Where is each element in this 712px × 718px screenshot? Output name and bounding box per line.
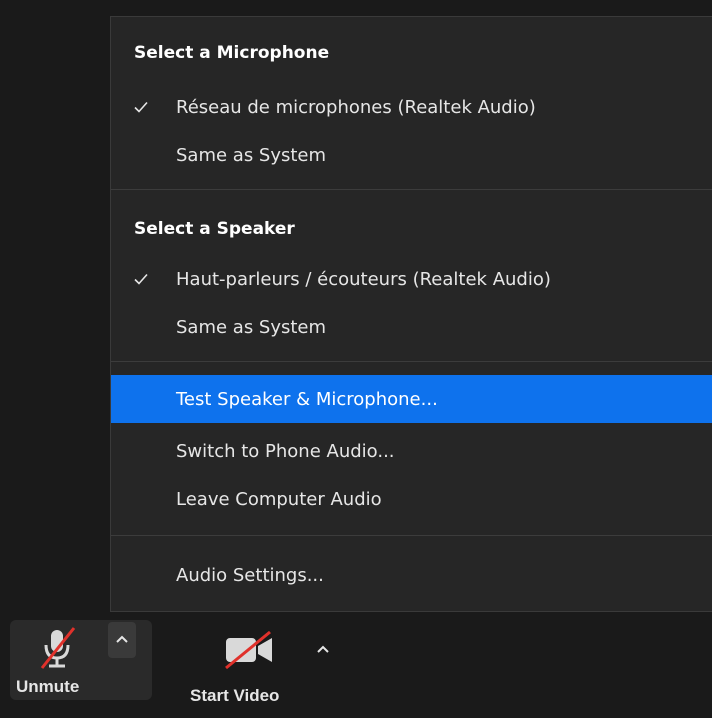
microphone-section-title: Select a Microphone: [134, 43, 330, 63]
menu-divider: [111, 361, 712, 362]
unmute-button[interactable]: Unmute: [10, 620, 152, 700]
microphone-option-realtek[interactable]: Réseau de microphones (Realtek Audio): [111, 83, 712, 131]
leave-computer-audio-item[interactable]: Leave Computer Audio: [111, 475, 712, 523]
test-speaker-microphone-label: Test Speaker & Microphone...: [176, 388, 438, 410]
audio-menu: Select a Microphone Réseau de microphone…: [110, 16, 712, 612]
check-icon: [134, 101, 148, 113]
meeting-toolbar: Unmute Start Video: [0, 612, 712, 718]
chevron-up-icon: [317, 645, 329, 653]
test-speaker-microphone-item[interactable]: Test Speaker & Microphone...: [111, 375, 712, 423]
switch-to-phone-audio-label: Switch to Phone Audio...: [176, 440, 395, 462]
audio-settings-item[interactable]: Audio Settings...: [111, 551, 712, 599]
unmute-label: Unmute: [16, 677, 80, 696]
menu-divider: [111, 535, 712, 536]
microphone-option-label: Same as System: [176, 144, 327, 166]
microphone-option-label: Réseau de microphones (Realtek Audio): [176, 96, 536, 118]
speaker-section-title: Select a Speaker: [134, 219, 295, 239]
leave-computer-audio-label: Leave Computer Audio: [176, 488, 382, 510]
microphone-options-button[interactable]: [108, 622, 136, 658]
check-icon: [134, 273, 148, 285]
speaker-option-same-as-system[interactable]: Same as System: [111, 303, 712, 351]
microphone-muted-icon: [40, 627, 76, 669]
start-video-label[interactable]: Start Video: [190, 686, 279, 706]
switch-to-phone-audio-item[interactable]: Switch to Phone Audio...: [111, 427, 712, 475]
chevron-up-icon: [116, 635, 128, 643]
video-options-button[interactable]: [311, 638, 335, 662]
speaker-option-label: Haut-parleurs / écouteurs (Realtek Audio…: [176, 268, 551, 290]
audio-settings-label: Audio Settings...: [176, 564, 324, 586]
menu-divider: [111, 189, 712, 190]
speaker-option-realtek[interactable]: Haut-parleurs / écouteurs (Realtek Audio…: [111, 255, 712, 303]
video-muted-icon[interactable]: [222, 630, 276, 670]
speaker-option-label: Same as System: [176, 316, 327, 338]
microphone-option-same-as-system[interactable]: Same as System: [111, 131, 712, 179]
